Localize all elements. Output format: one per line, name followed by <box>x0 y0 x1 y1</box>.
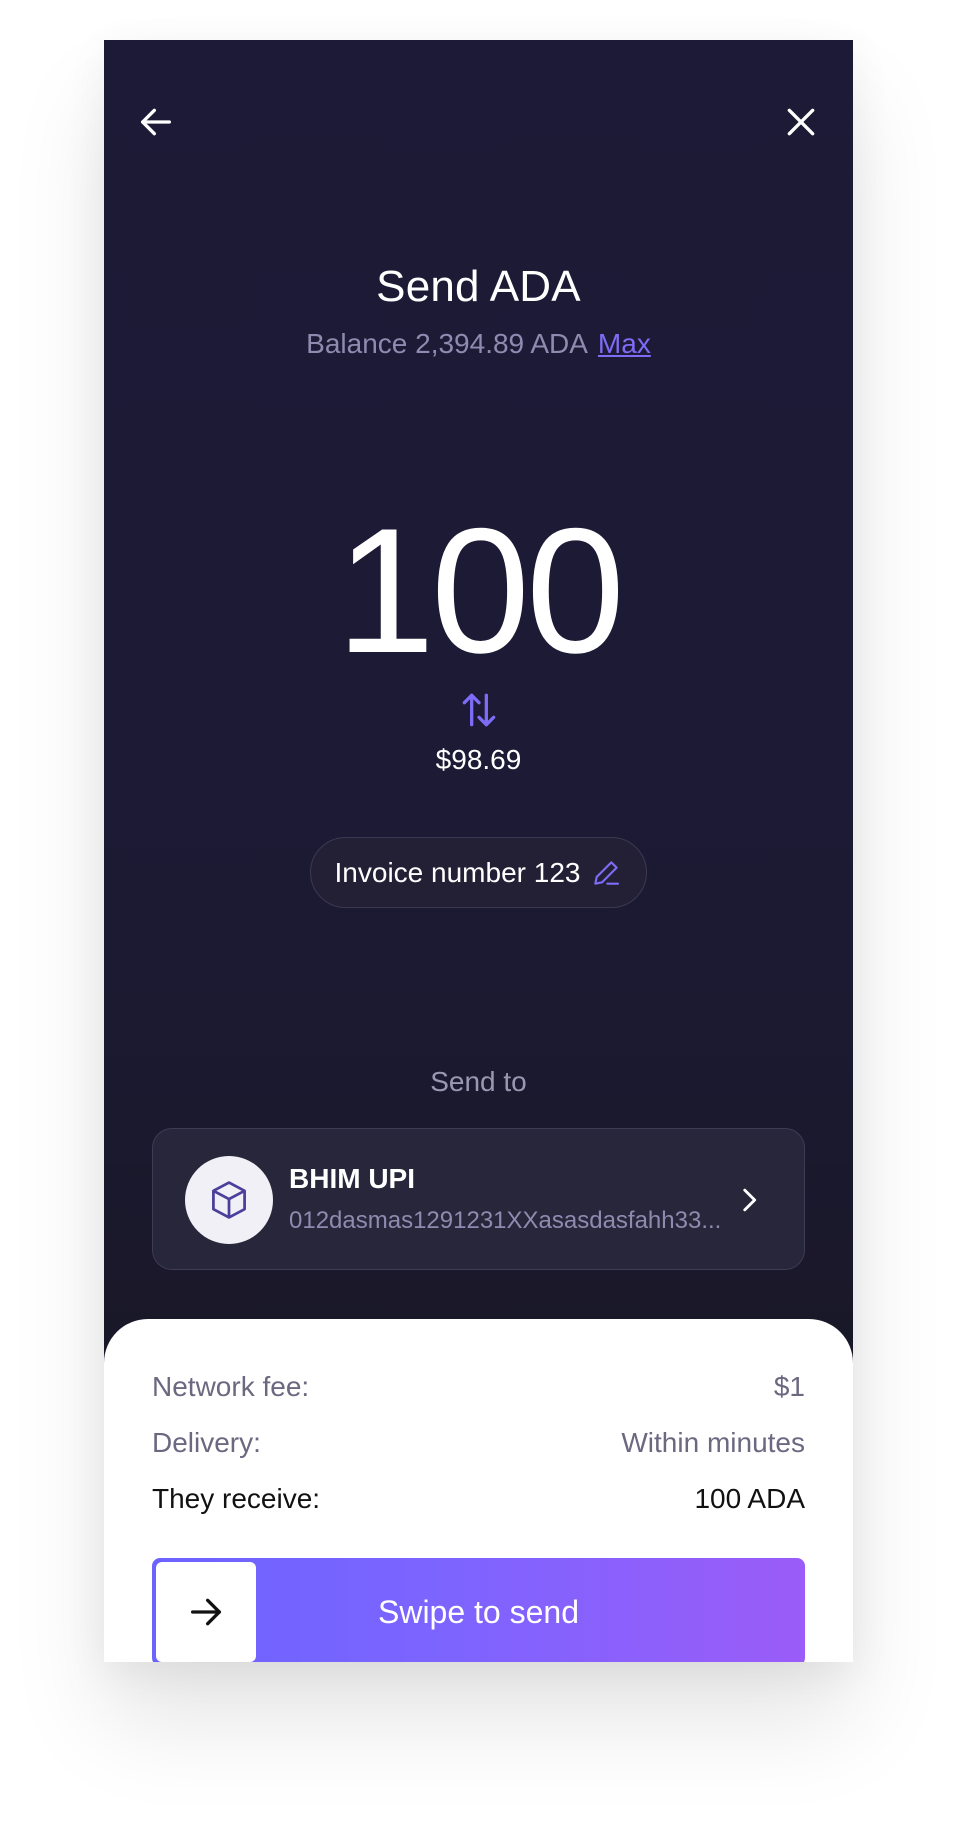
network-fee-row: Network fee: $1 <box>152 1371 805 1403</box>
receive-row: They receive: 100 ADA <box>152 1483 805 1515</box>
back-button[interactable] <box>124 90 188 154</box>
send-to-label: Send to <box>430 1066 527 1097</box>
swipe-handle[interactable] <box>156 1562 256 1662</box>
summary-sheet: Network fee: $1 Delivery: Within minutes… <box>104 1319 853 1662</box>
balance-row: Balance 2,394.89 ADA Max <box>104 328 853 360</box>
network-fee-label: Network fee: <box>152 1371 310 1402</box>
recipient-name: BHIM UPI <box>289 1163 415 1194</box>
fiat-value: $98.69 <box>435 744 522 775</box>
memo-pill[interactable]: Invoice number 123 <box>310 837 647 908</box>
cube-icon <box>212 1181 246 1219</box>
recipient-avatar <box>185 1156 273 1244</box>
send-screen: Send ADA Balance 2,394.89 ADA Max 100 $98… <box>104 40 853 1662</box>
memo-text: Invoice number 123 <box>334 856 581 888</box>
chevron-right-icon <box>743 1188 757 1212</box>
close-icon <box>787 108 815 136</box>
balance-text: Balance 2,394.89 ADA <box>306 328 588 359</box>
recipient-address: 012dasmas1291231XXasasdasfahh33... <box>289 1207 722 1234</box>
receive-label: They receive: <box>152 1483 321 1514</box>
page-title: Send ADA <box>376 262 581 311</box>
swap-vertical-icon[interactable] <box>457 688 501 732</box>
delivery-row: Delivery: Within minutes <box>152 1427 805 1459</box>
delivery-label: Delivery: <box>152 1427 261 1458</box>
swipe-to-send-slider[interactable]: Swipe to send <box>152 1558 805 1662</box>
pencil-icon <box>594 860 620 885</box>
delivery-value: Within minutes <box>621 1427 805 1458</box>
close-button[interactable] <box>769 90 833 154</box>
amount-value[interactable]: 100 <box>104 502 853 680</box>
receive-value: 100 ADA <box>694 1483 805 1514</box>
max-link[interactable]: Max <box>598 328 651 359</box>
arrow-left-icon <box>141 108 171 136</box>
recipient-card[interactable]: BHIM UPI 012dasmas1291231XXasasdasfahh33… <box>152 1128 805 1270</box>
arrow-right-icon <box>191 1598 221 1626</box>
network-fee-value: $1 <box>773 1371 805 1402</box>
